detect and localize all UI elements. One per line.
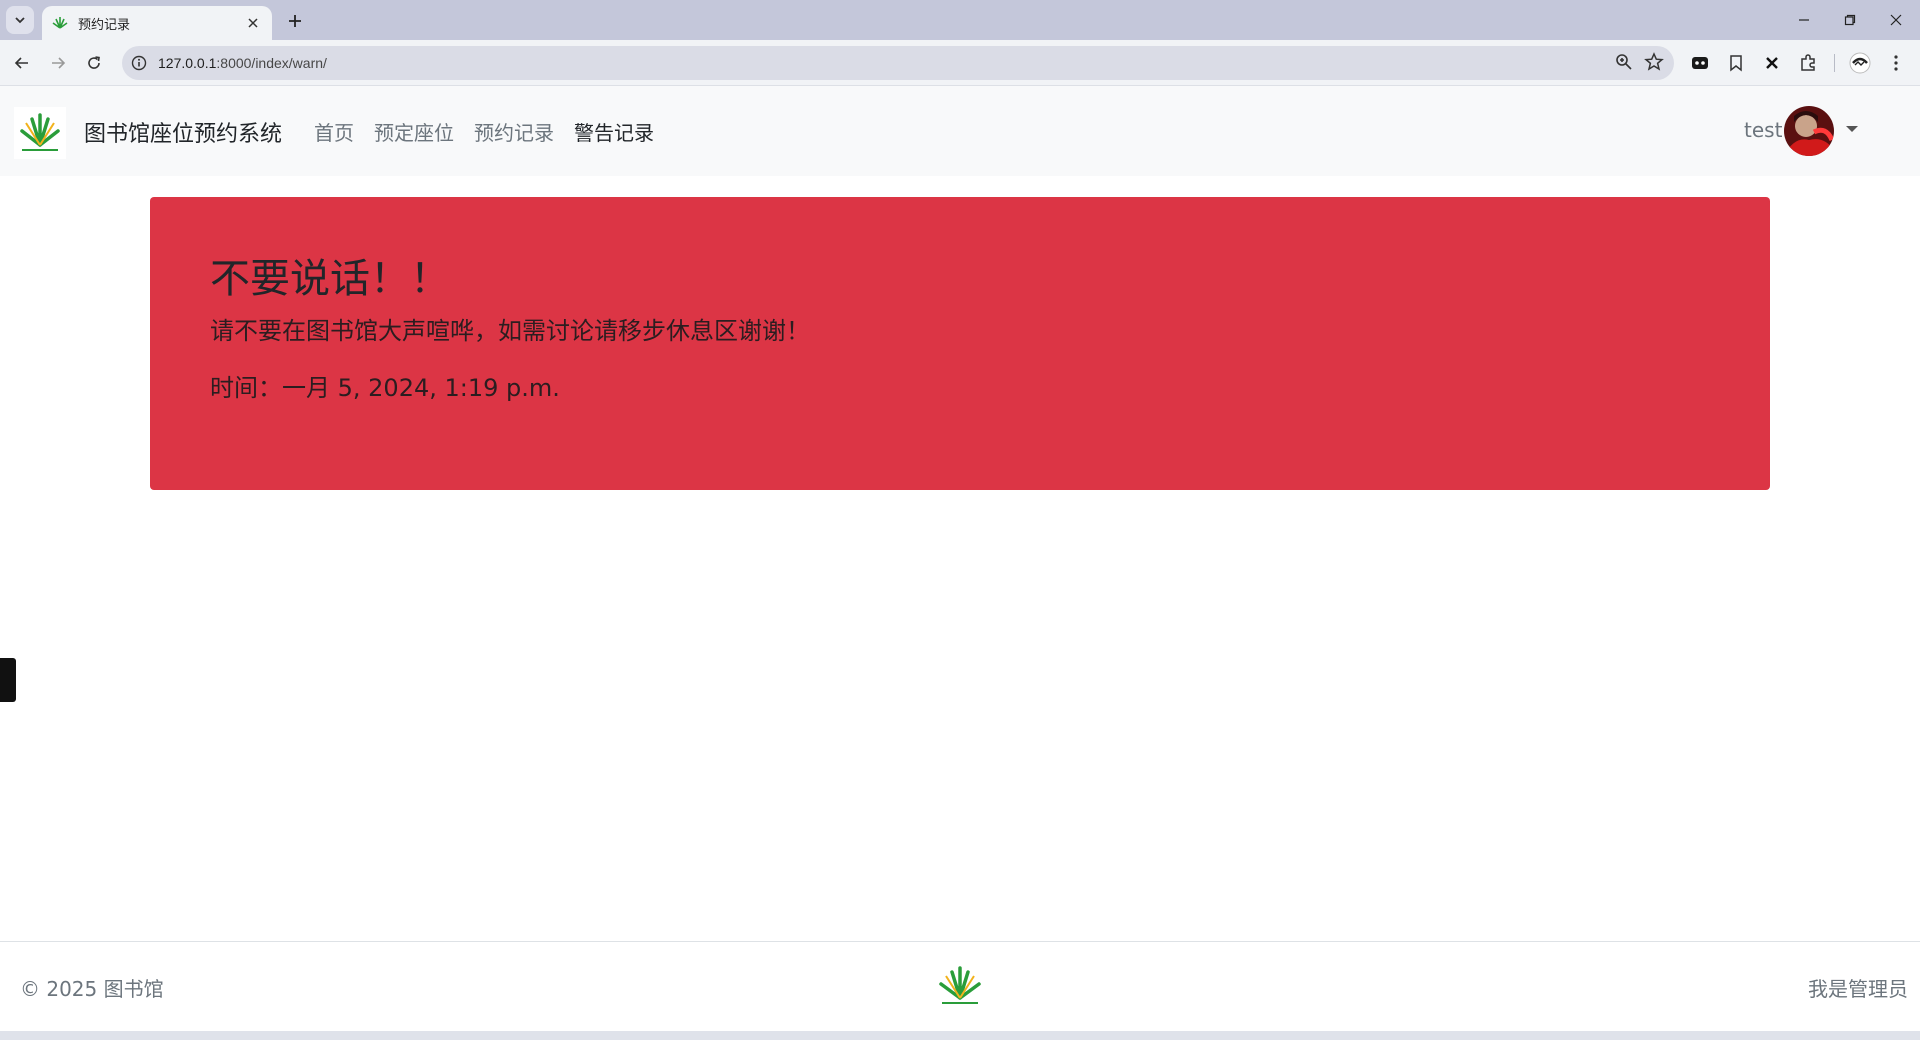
url-text[interactable]: 127.0.0.1:8000/index/warn/ (158, 55, 327, 71)
zoom-icon[interactable] (1614, 52, 1634, 76)
tab-search-button[interactable] (6, 6, 34, 34)
footer-copyright: © 2025 图书馆 (20, 977, 164, 1001)
nav-warnings[interactable]: 警告记录 (564, 117, 664, 146)
bookmark-icon[interactable] (1724, 51, 1748, 75)
extension-game-icon[interactable] (1688, 51, 1712, 75)
back-button[interactable] (8, 49, 36, 77)
reload-icon (88, 56, 100, 69)
warning-title: 不要说话！！ (210, 257, 450, 301)
window-close-button[interactable] (1876, 0, 1916, 40)
admin-link[interactable]: 我是管理员 (1808, 973, 1908, 1002)
user-name[interactable]: test (1744, 118, 1782, 142)
site-info-icon[interactable] (130, 54, 148, 72)
close-icon (1890, 14, 1902, 26)
chevron-down-icon (15, 17, 25, 24)
nav-book-seat[interactable]: 预定座位 (364, 117, 464, 146)
browser-tabstrip: 预约记录 (0, 0, 1920, 40)
restore-button[interactable] (1830, 0, 1870, 40)
library-logo-icon[interactable] (14, 107, 66, 159)
toolbar-divider (1834, 54, 1835, 72)
address-bar[interactable]: 127.0.0.1:8000/index/warn/ (122, 46, 1674, 80)
site-brand-name[interactable]: 图书馆座位预约系统 (84, 116, 282, 148)
profile-avatar-icon[interactable] (1848, 51, 1872, 75)
nav-home[interactable]: 首页 (304, 117, 364, 146)
forward-button[interactable] (44, 49, 72, 77)
user-avatar[interactable] (1784, 106, 1834, 156)
bookmark-star-icon[interactable] (1644, 52, 1664, 76)
side-floating-tab[interactable] (0, 658, 16, 702)
site-favicon-icon (52, 17, 68, 29)
arrow-right-icon (52, 57, 66, 69)
browser-toolbar: 127.0.0.1:8000/index/warn/ (0, 40, 1920, 86)
site-navbar: 图书馆座位预约系统 首页 预定座位 预约记录 警告记录 test (0, 86, 1920, 176)
site-footer: © 2025 图书馆 我是管理员 (0, 941, 1920, 1031)
restore-icon (1844, 14, 1856, 26)
user-menu-dropdown-caret[interactable] (1846, 126, 1858, 132)
plus-icon (289, 15, 301, 27)
window-bottom-edge (0, 1031, 1920, 1040)
tab-close-icon[interactable] (244, 14, 262, 32)
reload-button[interactable] (80, 49, 108, 77)
warning-time: 时间：一月 5, 2024, 1:19 p.m. (210, 374, 560, 402)
arrow-left-icon (14, 57, 28, 69)
extension-x-icon[interactable] (1760, 51, 1784, 75)
nav-reservations[interactable]: 预约记录 (464, 117, 564, 146)
warning-message: 请不要在图书馆大声喧哗，如需讨论请移步休息区谢谢！ (210, 317, 810, 345)
main-nav: 首页 预定座位 预约记录 警告记录 (304, 117, 664, 146)
tab-title: 预约记录 (78, 17, 131, 33)
minimize-icon (1799, 19, 1809, 21)
warning-alert-card: 不要说话！！ 请不要在图书馆大声喧哗，如需讨论请移步休息区谢谢！ 时间：一月 5… (150, 197, 1770, 490)
browser-menu-icon[interactable] (1884, 51, 1908, 75)
browser-tab-active[interactable]: 预约记录 (42, 6, 272, 40)
extensions-puzzle-icon[interactable] (1796, 51, 1820, 75)
minimize-button[interactable] (1784, 0, 1824, 40)
new-tab-button[interactable] (282, 8, 308, 34)
footer-library-logo-icon[interactable] (932, 962, 988, 1012)
